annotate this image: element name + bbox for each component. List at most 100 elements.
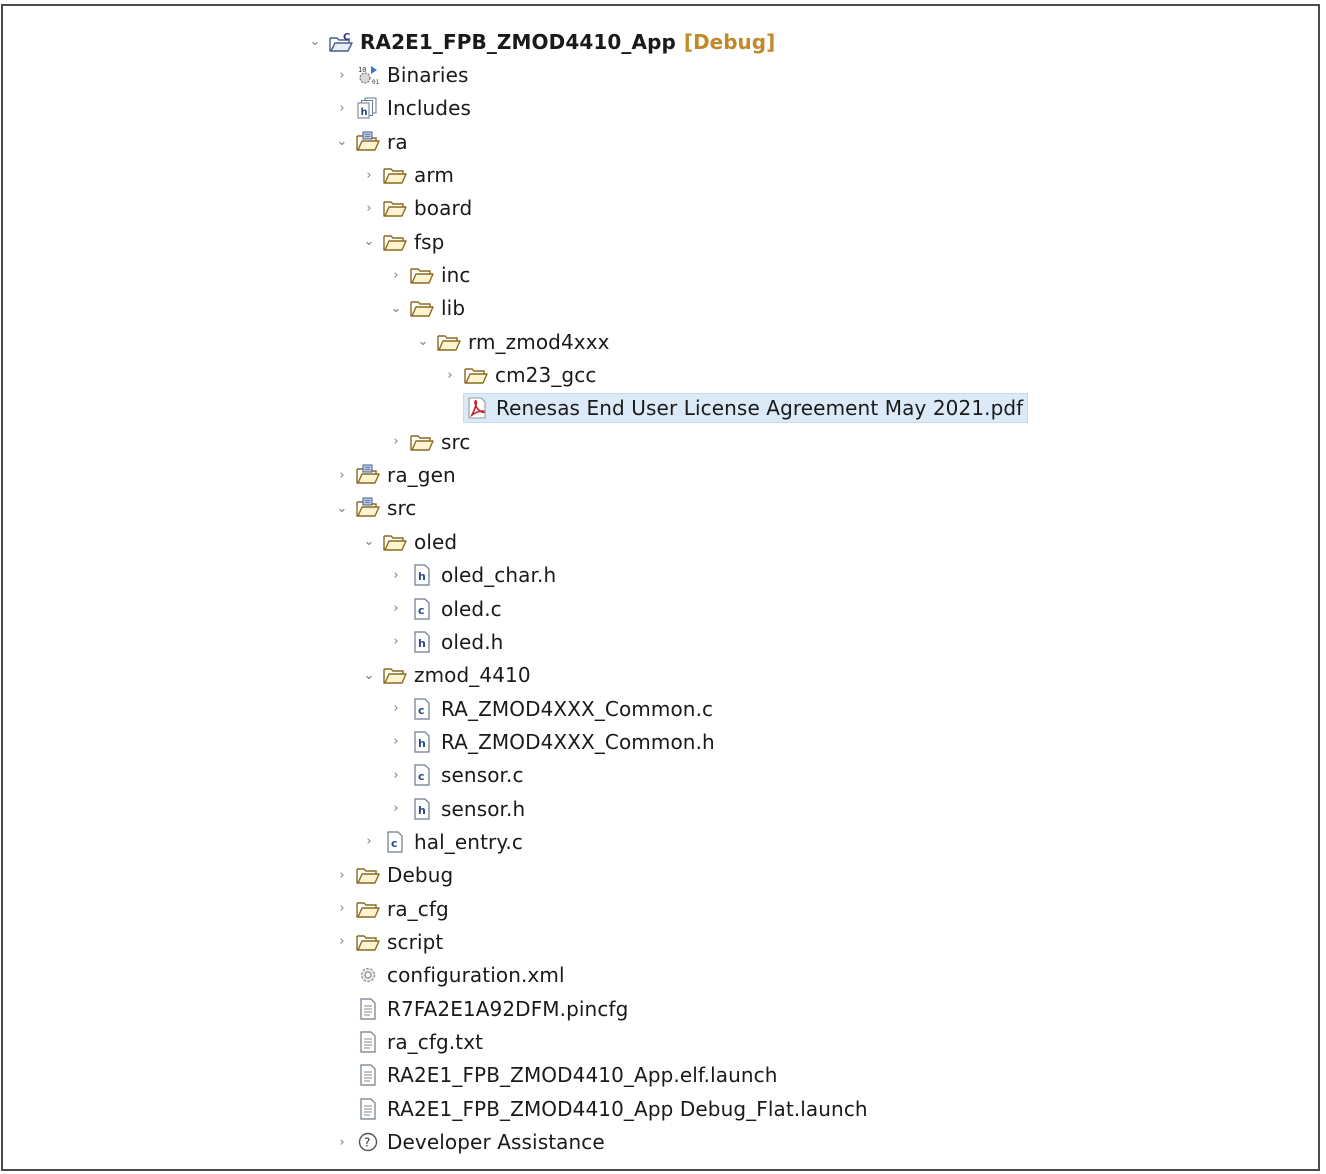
tree-item-pincfg[interactable]: › R7FA2E1A92DFM.pincfg — [3, 992, 1318, 1025]
tree-item-cm23-gcc[interactable]: › cm23_gcc — [3, 358, 1318, 391]
folder-icon — [382, 530, 408, 554]
chevron-right-icon[interactable]: › — [439, 364, 461, 386]
tree-item-src[interactable]: ⌄ src — [3, 492, 1318, 525]
chevron-right-icon[interactable]: › — [331, 898, 353, 920]
tree-item-oled-c[interactable]: › oled.c — [3, 592, 1318, 625]
h-file-icon — [409, 563, 435, 587]
chevron-right-icon[interactable]: › — [385, 798, 407, 820]
tree-item-binaries[interactable]: › Binaries — [3, 58, 1318, 91]
tree-item-ra[interactable]: ⌄ ra — [3, 125, 1318, 158]
tree-item-label: arm — [414, 163, 454, 188]
tree-item-debug[interactable]: › Debug — [3, 859, 1318, 892]
folder-icon — [382, 663, 408, 687]
tree-item-ra-cfg[interactable]: › ra_cfg — [3, 892, 1318, 925]
folder-icon — [382, 163, 408, 187]
chevron-right-icon[interactable]: › — [331, 464, 353, 486]
tree-item-fsp[interactable]: ⌄ fsp — [3, 225, 1318, 258]
tree-item-board[interactable]: › board — [3, 192, 1318, 225]
folder-icon — [355, 897, 381, 921]
chevron-down-icon[interactable]: ⌄ — [331, 131, 353, 153]
tree-item-common-h[interactable]: › RA_ZMOD4XXX_Common.h — [3, 725, 1318, 758]
tree-item-hal-entry-c[interactable]: › hal_entry.c — [3, 825, 1318, 858]
chevron-down-icon[interactable]: ⌄ — [412, 331, 434, 353]
chevron-right-icon[interactable]: › — [358, 164, 380, 186]
tree-item-includes[interactable]: › Includes — [3, 92, 1318, 125]
tree-item-ra-gen[interactable]: › ra_gen — [3, 458, 1318, 491]
chevron-right-icon[interactable]: › — [385, 631, 407, 653]
chevron-down-icon[interactable]: ⌄ — [358, 231, 380, 253]
tree-item-label: Debug — [387, 863, 454, 888]
tree-item-script[interactable]: › script — [3, 925, 1318, 958]
chevron-down-icon[interactable]: ⌄ — [358, 531, 380, 553]
chevron-right-icon[interactable]: › — [385, 764, 407, 786]
tree-item-label: inc — [441, 263, 471, 288]
tree-item-label: hal_entry.c — [414, 829, 523, 854]
gear-icon — [355, 963, 381, 987]
text-file-icon — [355, 1063, 381, 1087]
tree-item-label: configuration.xml — [387, 963, 565, 988]
tree-item-label: sensor.h — [441, 796, 526, 821]
tree-item-zmod-4410[interactable]: ⌄ zmod_4410 — [3, 659, 1318, 692]
folder-icon — [409, 430, 435, 454]
tree-item-sensor-c[interactable]: › sensor.c — [3, 759, 1318, 792]
tree-item-ra-cfg-txt[interactable]: › ra_cfg.txt — [3, 1025, 1318, 1058]
chevron-right-icon[interactable]: › — [358, 197, 380, 219]
tree-item-fsp-src[interactable]: › src — [3, 425, 1318, 458]
chevron-down-icon[interactable]: ⌄ — [385, 297, 407, 319]
chevron-right-icon[interactable]: › — [385, 598, 407, 620]
tree-item-license-pdf[interactable]: › Renesas End User License Agreement May… — [3, 392, 1318, 425]
chevron-right-icon[interactable]: › — [331, 931, 353, 953]
tree-item-label: oled.h — [441, 629, 504, 654]
source-folder-icon — [355, 463, 381, 487]
tree-item-oled-h[interactable]: › oled.h — [3, 625, 1318, 658]
tree-item-oled[interactable]: ⌄ oled — [3, 525, 1318, 558]
tree-item-elf-launch[interactable]: › RA2E1_FPB_ZMOD4410_App.elf.launch — [3, 1059, 1318, 1092]
tree-item-debug-flat-launch[interactable]: › RA2E1_FPB_ZMOD4410_App Debug_Flat.laun… — [3, 1092, 1318, 1125]
chevron-right-icon[interactable]: › — [331, 64, 353, 86]
chevron-right-icon[interactable]: › — [385, 731, 407, 753]
folder-icon — [382, 196, 408, 220]
tree-item-developer-assistance[interactable]: › Developer Assistance — [3, 1125, 1318, 1158]
tree-item-label: ra — [387, 129, 408, 154]
project-name: RA2E1_FPB_ZMOD4410_App — [360, 29, 676, 54]
project-explorer-panel: ⌄ RA2E1_FPB_ZMOD4410_App [Debug] › Binar… — [1, 4, 1320, 1171]
tree-item-label: fsp — [414, 229, 445, 254]
tree-item-label: RA2E1_FPB_ZMOD4410_App.elf.launch — [387, 1063, 778, 1088]
chevron-down-icon[interactable]: ⌄ — [358, 664, 380, 686]
chevron-down-icon[interactable]: ⌄ — [331, 497, 353, 519]
tree-item-project[interactable]: ⌄ RA2E1_FPB_ZMOD4410_App [Debug] — [3, 25, 1318, 58]
tree-item-inc[interactable]: › inc — [3, 258, 1318, 291]
tree-item-label: Developer Assistance — [387, 1130, 605, 1155]
chevron-right-icon[interactable]: › — [358, 831, 380, 853]
chevron-right-icon[interactable]: › — [385, 264, 407, 286]
folder-icon — [436, 330, 462, 354]
tree-item-configuration-xml[interactable]: › configuration.xml — [3, 959, 1318, 992]
h-file-icon — [409, 730, 435, 754]
chevron-right-icon[interactable]: › — [385, 431, 407, 453]
chevron-right-icon[interactable]: › — [331, 1131, 353, 1153]
c-file-icon — [409, 697, 435, 721]
selection-highlight: Renesas End User License Agreement May 2… — [463, 393, 1029, 424]
tree-item-label: lib — [441, 296, 466, 321]
tree-item-common-c[interactable]: › RA_ZMOD4XXX_Common.c — [3, 692, 1318, 725]
project-tree: ⌄ RA2E1_FPB_ZMOD4410_App [Debug] › Binar… — [3, 25, 1318, 1159]
tree-item-label: RA_ZMOD4XXX_Common.h — [441, 729, 715, 754]
chevron-right-icon[interactable]: › — [331, 97, 353, 119]
text-file-icon — [355, 1097, 381, 1121]
tree-item-sensor-h[interactable]: › sensor.h — [3, 792, 1318, 825]
build-config-badge: [Debug] — [683, 29, 776, 54]
chevron-right-icon[interactable]: › — [331, 864, 353, 886]
tree-item-label: ra_cfg — [387, 896, 449, 921]
tree-item-label: board — [414, 196, 473, 221]
chevron-down-icon[interactable]: ⌄ — [304, 31, 326, 53]
tree-item-lib[interactable]: ⌄ lib — [3, 292, 1318, 325]
c-file-icon — [409, 597, 435, 621]
c-file-icon — [382, 830, 408, 854]
chevron-right-icon[interactable]: › — [385, 698, 407, 720]
includes-icon — [355, 96, 381, 120]
tree-item-rm-zmod4xxx[interactable]: ⌄ rm_zmod4xxx — [3, 325, 1318, 358]
tree-item-oled-char-h[interactable]: › oled_char.h — [3, 559, 1318, 592]
folder-icon — [355, 863, 381, 887]
tree-item-arm[interactable]: › arm — [3, 158, 1318, 191]
chevron-right-icon[interactable]: › — [385, 564, 407, 586]
